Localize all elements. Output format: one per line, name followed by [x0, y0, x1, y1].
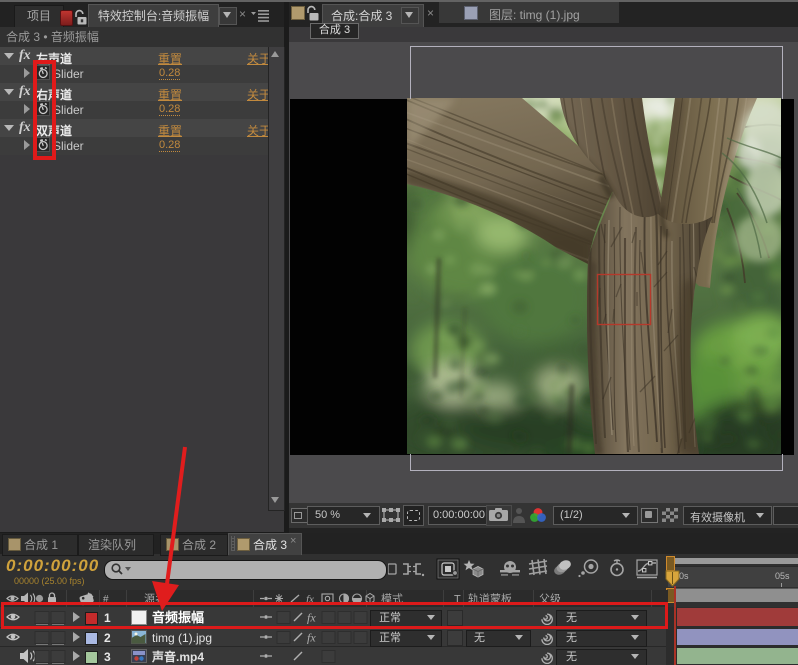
- svg-text:timg (1).jpg: timg (1).jpg: [152, 631, 212, 645]
- svg-text:3: 3: [104, 650, 111, 664]
- svg-text:2: 2: [104, 631, 111, 645]
- svg-text:fx: fx: [307, 631, 316, 645]
- svg-text:声音.mp4: 声音.mp4: [151, 649, 204, 664]
